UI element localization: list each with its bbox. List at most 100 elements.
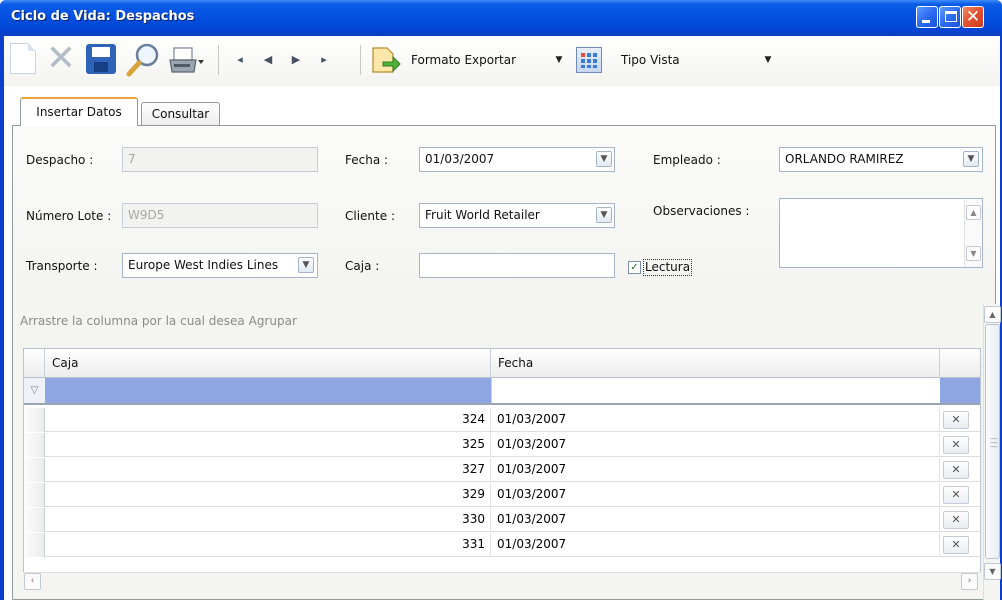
cell-fecha[interactable]: 01/03/2007 — [491, 408, 940, 432]
chevron-down-icon[interactable]: ▼ — [553, 50, 565, 70]
view-type-dropdown[interactable]: Tipo Vista — [621, 50, 680, 70]
fecha-date-picker[interactable]: 01/03/2007 — [419, 147, 615, 172]
row-header[interactable] — [24, 408, 45, 432]
observaciones-textarea[interactable]: ▲ ▼ — [779, 198, 983, 268]
window-client-area: ✕ ◂ ◀ ▶ ▸ Formato Exportar ▼ Tipo Vista … — [4, 36, 1001, 600]
table-row[interactable]: 330 01/03/2007 ✕ — [24, 508, 980, 532]
observaciones-scrollbar[interactable]: ▲ ▼ — [964, 199, 982, 267]
filter-icon[interactable]: ▽ — [24, 378, 45, 403]
cell-fecha[interactable]: 01/03/2007 — [491, 433, 940, 457]
next-record-icon[interactable]: ▶ — [287, 51, 305, 69]
scroll-down-icon[interactable]: ▼ — [984, 563, 1001, 580]
lectura-label[interactable]: Lectura — [643, 259, 693, 276]
insert-data-panel: Despacho : 7 Número Lote : W9D5 Transpor… — [12, 125, 996, 326]
table-row[interactable]: 327 01/03/2007 ✕ — [24, 458, 980, 482]
print-icon[interactable] — [168, 46, 204, 76]
previous-record-icon[interactable]: ◀ — [259, 51, 277, 69]
close-button[interactable]: ✕ — [962, 6, 984, 28]
close-icon: ✕ — [965, 7, 981, 27]
cell-fecha[interactable]: 01/03/2007 — [491, 458, 940, 482]
cell-caja[interactable]: 329 — [45, 483, 491, 507]
column-header-caja[interactable]: Caja — [45, 349, 491, 378]
filter-cell-fecha[interactable] — [491, 378, 940, 403]
lectura-checkbox[interactable]: ✓ — [628, 261, 641, 274]
numero-lote-label: Número Lote : — [26, 209, 112, 223]
table-row[interactable]: 329 01/03/2007 ✕ — [24, 483, 980, 507]
caja-label: Caja : — [345, 259, 380, 273]
row-header[interactable] — [24, 508, 45, 532]
cell-fecha[interactable]: 01/03/2007 — [491, 533, 940, 557]
chevron-down-icon[interactable]: ▼ — [762, 50, 774, 70]
scroll-down-icon[interactable]: ▼ — [966, 246, 981, 261]
toolbar-separator — [218, 45, 219, 75]
maximize-button[interactable] — [939, 6, 961, 28]
row-header[interactable] — [24, 483, 45, 507]
cell-fecha[interactable]: 01/03/2007 — [491, 508, 940, 532]
delete-row-button[interactable]: ✕ — [943, 511, 969, 529]
app-window: Ciclo de Vida: Despachos ✕ ✕ ◂ ◀ ▶ ▸ For… — [0, 0, 1002, 600]
filter-cell-actions — [940, 378, 980, 403]
delete-row-button[interactable]: ✕ — [943, 486, 969, 504]
save-icon[interactable] — [86, 44, 116, 74]
window-title: Ciclo de Vida: Despachos — [11, 9, 195, 24]
vertical-scrollbar[interactable]: ▲ — — — ▼ — [983, 304, 1001, 600]
row-header[interactable] — [24, 458, 45, 482]
delete-row-button[interactable]: ✕ — [943, 536, 969, 554]
transporte-select[interactable]: Europe West Indies Lines — [122, 253, 318, 278]
first-record-icon[interactable]: ◂ — [231, 51, 249, 69]
column-header-actions — [940, 349, 980, 378]
tab-insertar-datos[interactable]: Insertar Datos — [20, 97, 138, 126]
maximize-icon — [945, 11, 957, 22]
empleado-select[interactable]: ORLANDO RAMIREZ — [779, 147, 983, 172]
scroll-up-icon[interactable]: ▲ — [984, 306, 1001, 323]
empleado-label: Empleado : — [653, 153, 721, 167]
fecha-label: Fecha : — [345, 153, 389, 167]
delete-icon[interactable]: ✕ — [44, 41, 78, 77]
chevron-down-icon[interactable]: ▼ — [963, 151, 979, 167]
tab-consultar[interactable]: Consultar — [141, 102, 220, 126]
last-record-icon[interactable]: ▸ — [315, 51, 333, 69]
cliente-select[interactable]: Fruit World Retailer — [419, 203, 615, 228]
title-bar[interactable]: Ciclo de Vida: Despachos ✕ — [0, 0, 1002, 36]
grid-view-icon[interactable] — [576, 47, 602, 73]
column-header-fecha[interactable]: Fecha — [491, 349, 940, 378]
new-document-icon[interactable] — [10, 43, 36, 74]
delete-row-button[interactable]: ✕ — [943, 436, 969, 454]
chevron-down-icon[interactable]: ▼ — [596, 151, 612, 167]
caja-input[interactable] — [419, 253, 615, 278]
row-header[interactable] — [24, 433, 45, 457]
cell-caja[interactable]: 324 — [45, 408, 491, 432]
filter-row: ▽ — [24, 378, 980, 405]
table-row[interactable]: 324 01/03/2007 ✕ — [24, 408, 980, 432]
chevron-down-icon[interactable]: ▼ — [596, 207, 612, 223]
cell-fecha[interactable]: 01/03/2007 — [491, 483, 940, 507]
delete-row-button[interactable]: ✕ — [943, 411, 969, 429]
cell-caja[interactable]: 325 — [45, 433, 491, 457]
group-by-hint: Arrastre la columna por la cual desea Ag… — [20, 314, 297, 328]
horizontal-scrollbar[interactable]: ‹ › — [23, 572, 981, 590]
filter-cell-caja[interactable] — [45, 378, 491, 403]
toolbar-separator — [360, 45, 361, 75]
cell-caja[interactable]: 330 — [45, 508, 491, 532]
despacho-label: Despacho : — [26, 153, 94, 167]
toolbar: ✕ ◂ ◀ ▶ ▸ Formato Exportar ▼ Tipo Vista … — [4, 36, 1000, 86]
scroll-left-icon[interactable]: ‹ — [24, 573, 41, 590]
format-export-dropdown[interactable]: Formato Exportar — [411, 50, 516, 70]
table-row[interactable]: 331 01/03/2007 ✕ — [24, 533, 980, 557]
grip-icon: — — — — [990, 434, 998, 451]
minimize-icon — [922, 20, 930, 23]
table-row[interactable]: 325 01/03/2007 ✕ — [24, 433, 980, 457]
cell-caja[interactable]: 331 — [45, 533, 491, 557]
cell-caja[interactable]: 327 — [45, 458, 491, 482]
scrollbar-thumb[interactable]: — — — — [985, 324, 1000, 559]
scroll-right-icon[interactable]: › — [961, 573, 978, 590]
delete-row-button[interactable]: ✕ — [943, 461, 969, 479]
search-magnifier-icon[interactable] — [126, 42, 162, 78]
scroll-up-icon[interactable]: ▲ — [966, 205, 981, 220]
row-header[interactable] — [24, 533, 45, 557]
row-header-corner — [24, 349, 45, 378]
export-icon[interactable] — [369, 44, 401, 76]
minimize-button[interactable] — [916, 6, 938, 28]
despacho-field: 7 — [122, 147, 318, 172]
chevron-down-icon[interactable]: ▼ — [298, 257, 314, 273]
